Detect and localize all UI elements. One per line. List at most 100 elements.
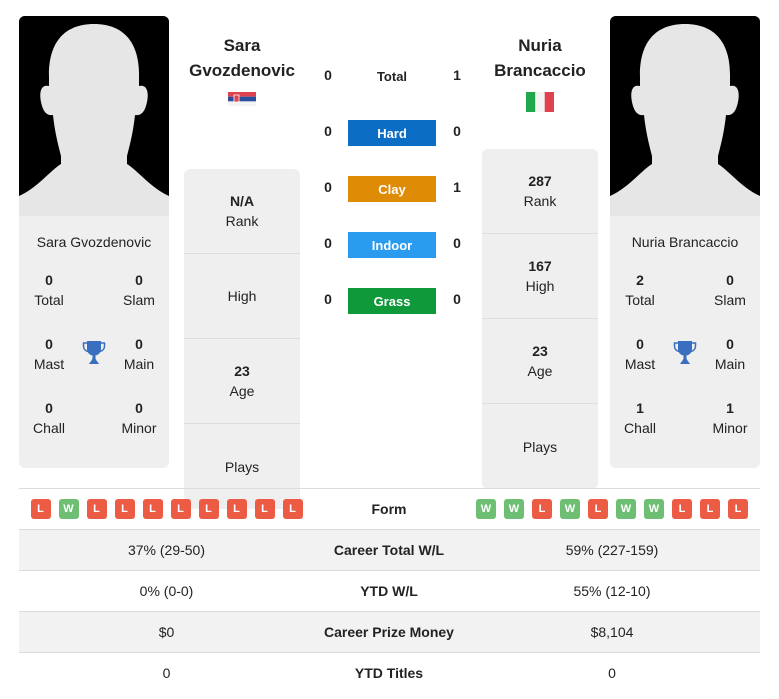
player1-first-name: Sara [223, 36, 261, 55]
label: Mast [33, 356, 65, 372]
value: 167 [528, 258, 552, 274]
label: Main [123, 356, 155, 372]
player2-ytd-wl: 55% (12-10) [573, 583, 651, 599]
value: N/A [229, 193, 255, 209]
player2-photo[interactable] [610, 16, 760, 216]
value: 23 [532, 343, 548, 359]
h2h-total-p1: 0 [324, 67, 332, 83]
player2-rank: 287 Rank [482, 149, 598, 234]
player2-ytd-titles: 0 [608, 665, 616, 681]
h2h-clay-p2: 1 [453, 179, 461, 195]
player1-titles: 0 Total 0 Slam 0 Mast 0 Main 0 Chall 0 M… [19, 270, 169, 468]
player2-full-name: Nuria Brancaccio [631, 234, 739, 250]
form-loss-badge[interactable]: L [30, 499, 51, 519]
player1-card: Sara Gvozdenovic 0 Total 0 Slam 0 Mast 0… [19, 16, 169, 468]
form-win-badge[interactable]: W [476, 499, 496, 519]
form-win-badge[interactable]: W [58, 499, 79, 519]
player1-career-wl: 37% (29-50) [127, 542, 206, 558]
form-loss-badge[interactable]: L [700, 499, 720, 519]
player2-card: Nuria Brancaccio 2 Total 0 Slam 0 Mast 0… [610, 16, 760, 468]
player1-photo[interactable] [19, 16, 169, 216]
player2-titles-chall: 1 Chall [610, 398, 670, 438]
player1-name-link[interactable]: Sara Gvozdenovic [177, 33, 307, 83]
ytd-titles-row: 0 YTD Titles 0 [19, 652, 760, 693]
form-row: LWLLLLLLLL Form WWLWLWWLLL [19, 488, 760, 529]
value: 0 [636, 336, 644, 352]
avatar-silhouette-icon [610, 16, 760, 216]
player1-titles-total: 0 Total [19, 270, 79, 310]
form-loss-badge[interactable]: L [226, 499, 247, 519]
value: 1 [726, 400, 734, 416]
form-loss-badge[interactable]: L [170, 499, 191, 519]
value: 2 [636, 272, 644, 288]
form-win-badge[interactable]: W [560, 499, 580, 519]
surface-indoor-button[interactable]: Indoor [348, 232, 436, 258]
form-loss-badge[interactable]: L [282, 499, 303, 519]
player1-stats: N/A Rank High 23 Age Plays [184, 169, 300, 509]
label: Rank [225, 213, 259, 229]
h2h-hard-p2: 0 [453, 123, 461, 139]
value: 0 [135, 400, 143, 416]
form-loss-badge[interactable]: L [114, 499, 135, 519]
value: 0 [726, 272, 734, 288]
player2-titles-slam: 0 Slam [700, 270, 760, 310]
label: Plays [522, 438, 558, 455]
player2-titles-minor: 1 Minor [700, 398, 760, 438]
value: 0 [726, 336, 734, 352]
player2-titles-mast: 0 Mast [610, 334, 670, 374]
player1-prize-money: $0 [158, 624, 175, 640]
form-loss-badge[interactable]: L [198, 499, 219, 519]
player1-form: LWLLLLLLLL [19, 499, 314, 519]
label: Chall [624, 420, 656, 436]
label: Total [625, 292, 655, 308]
surface-clay-button[interactable]: Clay [348, 176, 436, 202]
label: High [227, 288, 257, 304]
h2h-grass-p2: 0 [453, 291, 461, 307]
form-loss-badge[interactable]: L [142, 499, 163, 519]
form-loss-badge[interactable]: L [86, 499, 107, 519]
player2-first-name: Nuria [518, 36, 562, 55]
player2-age: 23 Age [482, 319, 598, 404]
form-label: Form [371, 501, 407, 517]
player2-stats: 287 Rank 167 High 23 Age Plays [482, 149, 598, 489]
surface-grass-button[interactable]: Grass [348, 288, 436, 314]
label: High [525, 278, 555, 294]
ytd-wl-row: 0% (0-0) YTD W/L 55% (12-10) [19, 570, 760, 611]
ytd-titles-label: YTD Titles [354, 665, 424, 681]
label: Slam [123, 292, 155, 308]
label: Age [527, 363, 553, 379]
value: 0 [45, 272, 53, 288]
value: 0 [135, 272, 143, 288]
form-win-badge[interactable]: W [504, 499, 524, 519]
player1-ytd-wl: 0% (0-0) [139, 583, 194, 599]
value: 0 [45, 336, 53, 352]
form-win-badge[interactable]: W [616, 499, 636, 519]
label: Total [34, 292, 64, 308]
player2-career-wl: 59% (227-159) [565, 542, 659, 558]
player1-titles-mast: 0 Mast [19, 334, 79, 374]
label: Chall [33, 420, 65, 436]
form-win-badge[interactable]: W [644, 499, 664, 519]
form-loss-badge[interactable]: L [728, 499, 748, 519]
player2-titles: 2 Total 0 Slam 0 Mast 0 Main 1 Chall 1 M… [610, 270, 760, 468]
value: 0 [45, 400, 53, 416]
form-loss-badge[interactable]: L [532, 499, 552, 519]
player2-last-name: Brancaccio [494, 61, 586, 80]
player1-age: 23 Age [184, 339, 300, 424]
label: Main [714, 356, 746, 372]
player1-high: High [184, 254, 300, 339]
player2-plays: Plays [482, 404, 598, 489]
form-loss-badge[interactable]: L [672, 499, 692, 519]
player2-name-link[interactable]: Nuria Brancaccio [475, 33, 605, 83]
avatar-silhouette-icon [19, 16, 169, 216]
player1-titles-main: 0 Main [109, 334, 169, 374]
form-loss-badge[interactable]: L [254, 499, 275, 519]
h2h-grass-p1: 0 [324, 291, 332, 307]
trophy-icon [82, 341, 106, 364]
label: Plays [224, 458, 260, 475]
form-loss-badge[interactable]: L [588, 499, 608, 519]
player1-ytd-titles: 0 [162, 665, 171, 681]
career-wl-row: 37% (29-50) Career Total W/L 59% (227-15… [19, 529, 760, 570]
serbia-flag-icon [228, 92, 256, 106]
surface-hard-button[interactable]: Hard [348, 120, 436, 146]
